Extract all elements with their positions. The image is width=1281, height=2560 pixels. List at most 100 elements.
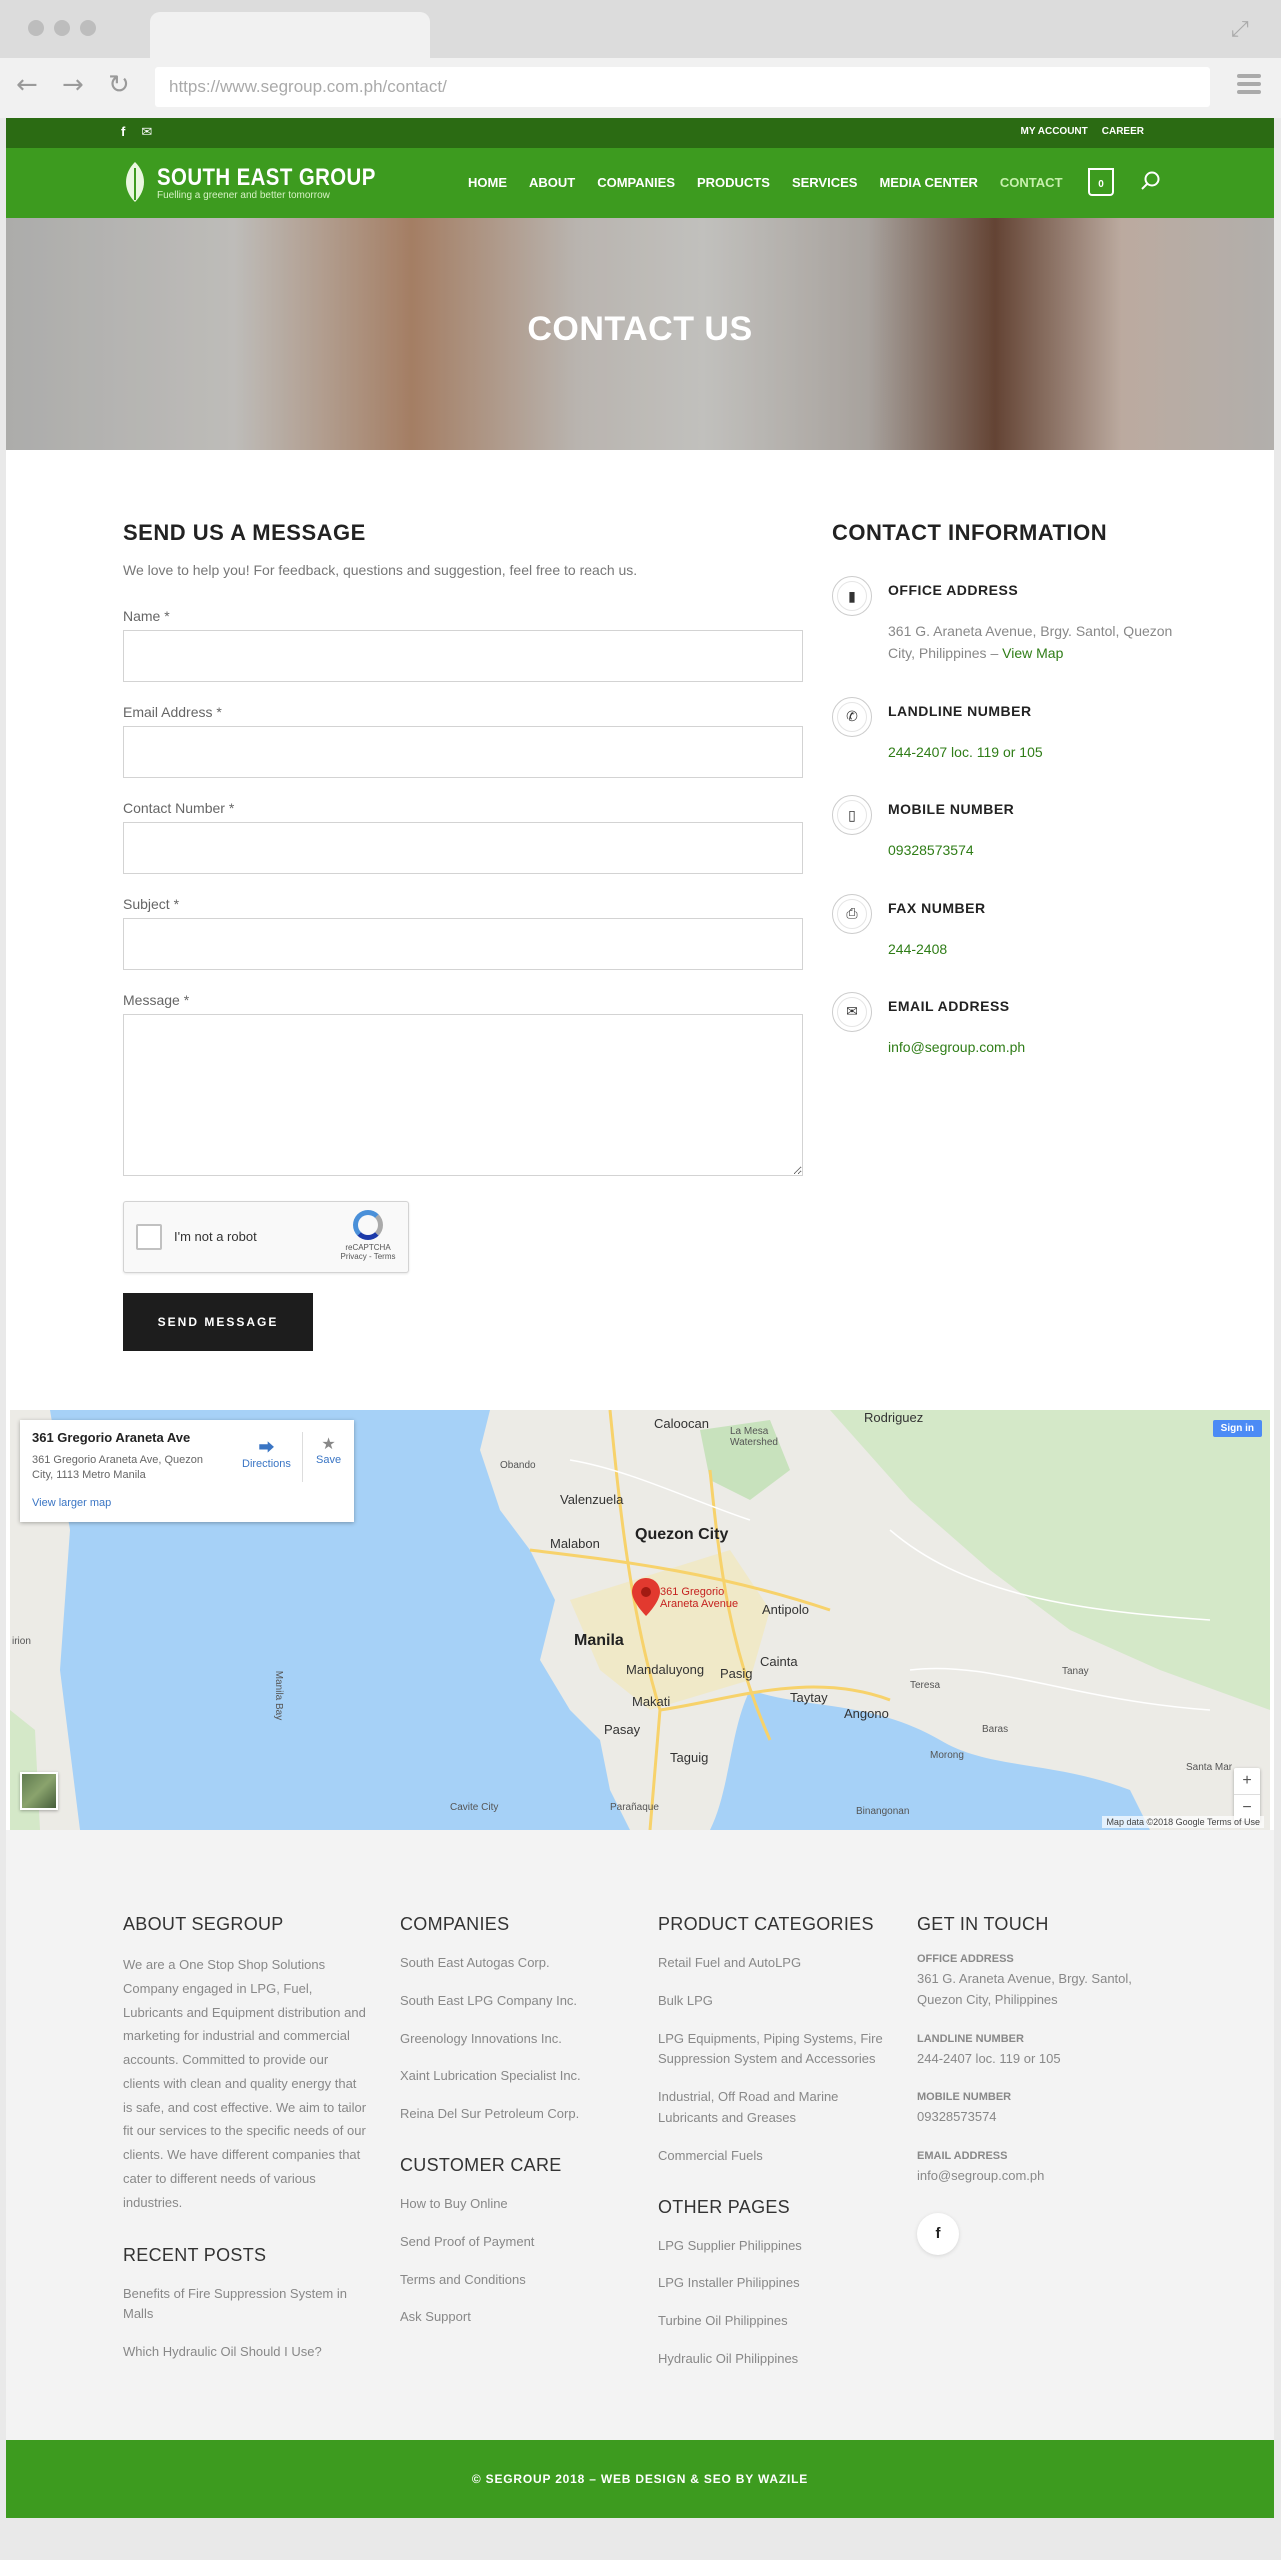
recaptcha-links[interactable]: Privacy - Terms (340, 1252, 396, 1261)
mobile-value[interactable]: 09328573574 (888, 839, 1192, 861)
product-category-link[interactable]: Commercial Fuels (658, 2146, 888, 2167)
search-icon[interactable] (1140, 170, 1162, 192)
map-card-title: 361 Gregorio Araneta Ave (32, 1430, 191, 1445)
career-link[interactable]: CAREER (1102, 126, 1144, 137)
nav-about[interactable]: ABOUT (529, 175, 575, 190)
forward-arrow-icon[interactable]: → (62, 70, 84, 100)
landline-title: LANDLINE NUMBER (888, 702, 1032, 719)
window-minimize-button[interactable] (54, 20, 70, 36)
landline-value[interactable]: 244-2407 loc. 119 or 105 (888, 741, 1192, 763)
hero-banner: CONTACT US (6, 218, 1274, 450)
save-button[interactable]: ★ Save (316, 1434, 341, 1466)
leaf-logo-icon (126, 162, 144, 202)
footer-contact-column: GET IN TOUCH OFFICE ADDRESS 361 G. Arane… (917, 1914, 1157, 2255)
satellite-toggle[interactable] (20, 1772, 58, 1810)
email-value[interactable]: info@segroup.com.ph (888, 1036, 1192, 1058)
message-textarea[interactable] (123, 1014, 803, 1176)
reload-icon[interactable]: ↻ (108, 70, 130, 100)
map-label-pasay: Pasay (604, 1722, 641, 1737)
map-label-antipolo: Antipolo (762, 1602, 809, 1617)
view-map-link[interactable]: View Map (1002, 645, 1063, 661)
office-address-text: 361 G. Araneta Avenue, Brgy. Santol, Que… (888, 620, 1192, 665)
other-page-link[interactable]: Turbine Oil Philippines (658, 2311, 888, 2332)
other-page-link[interactable]: LPG Installer Philippines (658, 2273, 888, 2294)
other-page-link[interactable]: LPG Supplier Philippines (658, 2236, 888, 2257)
contact-form: SEND US A MESSAGE We love to help you! F… (123, 520, 803, 1351)
nav-companies[interactable]: COMPANIES (597, 175, 675, 190)
get-in-touch-title: GET IN TOUCH (917, 1914, 1049, 1934)
customer-care-link[interactable]: Ask Support (400, 2307, 630, 2328)
map-label-taguig: Taguig (670, 1750, 709, 1765)
map-label-paranaque: Parañaque (610, 1802, 659, 1813)
send-message-button[interactable]: SEND MESSAGE (123, 1293, 313, 1351)
company-link[interactable]: South East Autogas Corp. (400, 1953, 630, 1974)
company-link[interactable]: Xaint Lubrication Specialist Inc. (400, 2066, 630, 2087)
directions-label: Directions (242, 1458, 291, 1470)
other-page-link[interactable]: Hydraulic Oil Philippines (658, 2349, 888, 2370)
customer-care-link[interactable]: Send Proof of Payment (400, 2232, 630, 2253)
web-page: f ✉ MY ACCOUNT CAREER SOUTH EAST GROUP F… (6, 118, 1274, 2518)
nav-media-center[interactable]: MEDIA CENTER (879, 175, 977, 190)
cart-icon[interactable]: 0 (1088, 168, 1114, 196)
contact-info-title: CONTACT INFORMATION (832, 520, 1108, 545)
directions-button[interactable]: ⮕ Directions (242, 1434, 291, 1470)
nav-services[interactable]: SERVICES (792, 175, 858, 190)
office-address-block: ▮ OFFICE ADDRESS 361 G. Araneta Avenue, … (832, 576, 1192, 665)
logo-name: SOUTH EAST GROUP (157, 163, 376, 191)
main-navigation: HOME ABOUT COMPANIES PRODUCTS SERVICES M… (468, 175, 1063, 190)
browser-tab[interactable] (150, 12, 430, 58)
google-map[interactable]: Rodriguez Caloocan La Mesa Watershed Oba… (10, 1410, 1270, 1830)
company-link[interactable]: Greenology Innovations Inc. (400, 2029, 630, 2050)
product-categories-title: PRODUCT CATEGORIES (658, 1914, 874, 1934)
view-larger-map-link[interactable]: View larger map (32, 1497, 342, 1509)
window-close-button[interactable] (28, 20, 44, 36)
subject-input[interactable] (123, 918, 803, 970)
nav-products[interactable]: PRODUCTS (697, 175, 770, 190)
map-label-manila-bay: Manila Bay (273, 1670, 285, 1721)
recent-post-link[interactable]: Benefits of Fire Suppression System in M… (123, 2284, 353, 2326)
product-category-link[interactable]: Industrial, Off Road and Marine Lubrican… (658, 2087, 888, 2129)
footer-email-value[interactable]: info@segroup.com.ph (917, 2166, 1157, 2187)
footer-products-column: PRODUCT CATEGORIES Retail Fuel and AutoL… (658, 1914, 888, 2387)
email-input[interactable] (123, 726, 803, 778)
mail-icon[interactable]: ✉ (141, 124, 152, 140)
window-zoom-button[interactable] (80, 20, 96, 36)
name-input[interactable] (123, 630, 803, 682)
recaptcha-checkbox[interactable] (136, 1224, 162, 1250)
browser-menu-icon[interactable] (1237, 74, 1261, 98)
zoom-in-button[interactable]: + (1234, 1768, 1260, 1794)
customer-care-link[interactable]: How to Buy Online (400, 2194, 630, 2215)
landline-block: ✆ LANDLINE NUMBER 244-2407 loc. 119 or 1… (832, 696, 1192, 763)
footer-mobile-label: MOBILE NUMBER (917, 2091, 1012, 2104)
facebook-icon[interactable]: f (121, 124, 125, 140)
map-label-rodriguez: Rodriguez (864, 1410, 924, 1425)
product-category-link[interactable]: Retail Fuel and AutoLPG (658, 1953, 888, 1974)
facebook-icon[interactable]: f (917, 2212, 959, 2255)
my-account-link[interactable]: MY ACCOUNT (1021, 126, 1088, 137)
contact-number-input[interactable] (123, 822, 803, 874)
map-label-cavite-city: Cavite City (450, 1802, 499, 1813)
site-logo[interactable]: SOUTH EAST GROUP Fuelling a greener and … (121, 160, 414, 204)
nav-home[interactable]: HOME (468, 175, 507, 190)
map-label-obando: Obando (500, 1460, 536, 1471)
company-link[interactable]: South East LPG Company Inc. (400, 1991, 630, 2012)
fax-value[interactable]: 244-2408 (888, 938, 1192, 960)
mobile-title: MOBILE NUMBER (888, 801, 1015, 818)
nav-contact[interactable]: CONTACT (1000, 175, 1063, 190)
map-sign-in-button[interactable]: Sign in (1212, 1420, 1262, 1437)
product-category-link[interactable]: Bulk LPG (658, 1991, 888, 2012)
company-link[interactable]: Reina Del Sur Petroleum Corp. (400, 2104, 630, 2125)
map-label-manila: Manila (574, 1632, 624, 1649)
fullscreen-icon[interactable]: ⤢ (1231, 16, 1257, 42)
footer-about-text: We are a One Stop Shop Solutions Company… (123, 1957, 367, 2210)
recent-post-link[interactable]: Which Hydraulic Oil Should I Use? (123, 2342, 353, 2363)
directions-icon: ⮕ (258, 1440, 275, 1457)
map-label-tanay: Tanay (1062, 1666, 1089, 1677)
address-bar[interactable]: https://www.segroup.com.ph/contact/ (155, 67, 1210, 107)
browser-toolbar: ← → ↻ https://www.segroup.com.ph/contact… (0, 58, 1281, 118)
product-category-link[interactable]: LPG Equipments, Piping Systems, Fire Sup… (658, 2029, 888, 2071)
map-zoom-controls: + − (1234, 1768, 1260, 1821)
other-pages-title: OTHER PAGES (658, 2196, 790, 2217)
back-arrow-icon[interactable]: ← (16, 70, 38, 100)
customer-care-link[interactable]: Terms and Conditions (400, 2270, 630, 2291)
